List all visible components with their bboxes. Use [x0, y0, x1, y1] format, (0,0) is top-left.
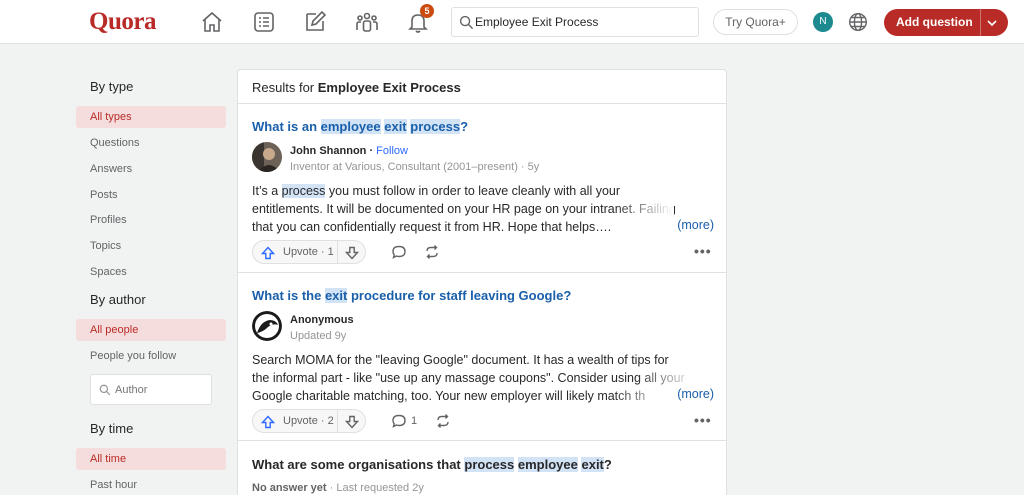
filter-topics[interactable]: Topics	[76, 235, 226, 257]
snippet-line: Search MOMA for the "leaving Google" doc…	[252, 353, 669, 367]
title-highlight: employee	[320, 119, 381, 134]
filter-answers[interactable]: Answers	[76, 158, 226, 180]
upvote-button[interactable]: Upvote · 2	[283, 415, 334, 427]
author-name-line: John Shannon · Follow	[290, 145, 408, 157]
author-credential: Inventor at Various, Consultant (2001–pr…	[290, 161, 540, 173]
title-highlight: exit	[324, 288, 348, 303]
search-input[interactable]	[475, 12, 690, 32]
chevron-down-icon[interactable]	[986, 17, 998, 29]
add-question-button[interactable]: Add question	[884, 9, 1008, 36]
snippet-text: It’s a	[252, 184, 282, 198]
title-text: What are some organisations that	[252, 457, 465, 472]
user-avatar[interactable]: N	[813, 12, 833, 32]
search-icon	[99, 384, 111, 396]
result-item: What is an employee exit process? John S…	[238, 104, 726, 273]
title-text: What is the	[252, 288, 325, 303]
title-highlight: process	[464, 457, 515, 472]
vote-group: Upvote · 2	[252, 409, 366, 433]
home-icon[interactable]	[200, 10, 224, 34]
snippet-line: that you can confidentially request it f…	[252, 220, 612, 234]
vote-group: Upvote · 1	[252, 240, 366, 264]
author-avatar[interactable]	[252, 142, 282, 172]
by-type-heading: By type	[90, 79, 134, 94]
upvote-arrow-icon[interactable]	[261, 246, 275, 260]
question-status: No answer yet · Last requested 2y	[252, 482, 424, 494]
title-highlight: exit	[581, 457, 604, 472]
comment-icon[interactable]	[391, 413, 407, 429]
title-text: ?	[603, 457, 612, 472]
question-title[interactable]: What is the exit procedure for staff lea…	[252, 288, 571, 303]
author-input[interactable]	[115, 382, 205, 398]
title-text: ?	[460, 119, 469, 134]
downvote-arrow-icon[interactable]	[345, 246, 359, 260]
text-fade	[614, 200, 674, 218]
more-link[interactable]: (more)	[673, 387, 714, 401]
filter-profiles[interactable]: Profiles	[76, 209, 226, 231]
try-quora-plus-button[interactable]: Try Quora+	[713, 9, 798, 35]
upvote-button[interactable]: Upvote · 1	[283, 246, 334, 258]
upvote-arrow-icon[interactable]	[261, 415, 275, 429]
title-text: procedure for staff leaving Google?	[347, 288, 572, 303]
question-title[interactable]: What are some organisations that process…	[252, 457, 612, 472]
search-icon	[459, 15, 474, 30]
result-item: What is the exit procedure for staff lea…	[238, 273, 726, 441]
by-time-heading: By time	[90, 421, 134, 436]
quora-logo[interactable]: Quora	[89, 8, 156, 36]
snippet-line: It’s a process you must follow in order …	[252, 182, 714, 200]
answer-updated-time: Updated 9y	[290, 330, 347, 342]
search-box[interactable]	[451, 7, 699, 37]
filter-posts[interactable]: Posts	[76, 184, 226, 206]
follow-link[interactable]: Follow	[376, 145, 408, 157]
filter-all-time[interactable]: All time	[76, 448, 226, 470]
downvote-arrow-icon[interactable]	[345, 415, 359, 429]
filter-people-you-follow[interactable]: People you follow	[76, 345, 226, 367]
spaces-icon[interactable]	[355, 10, 379, 34]
comment-count[interactable]: 1	[411, 415, 417, 427]
more-options-icon[interactable]: •••	[694, 243, 712, 259]
share-reshare-icon[interactable]	[435, 413, 451, 429]
title-text: What is an	[252, 119, 321, 134]
last-requested: · Last requested 2y	[326, 482, 424, 494]
no-answer-label: No answer yet	[252, 482, 327, 494]
more-link[interactable]: (more)	[673, 218, 714, 232]
answer-edit-icon[interactable]	[303, 10, 327, 34]
title-highlight: process	[410, 119, 461, 134]
results-header: Results for Employee Exit Process	[238, 70, 726, 104]
author-name[interactable]: John Shannon	[290, 145, 366, 157]
filter-all-types[interactable]: All types	[76, 106, 226, 128]
by-author-heading: By author	[90, 292, 146, 307]
results-card: Results for Employee Exit Process What i…	[237, 69, 727, 495]
add-question-divider	[980, 9, 981, 36]
title-highlight: exit	[384, 119, 407, 134]
result-item: What are some organisations that process…	[238, 441, 726, 495]
vote-divider	[337, 410, 338, 432]
text-fade	[636, 369, 696, 387]
author-search-box[interactable]	[90, 374, 212, 405]
text-fade	[612, 387, 672, 405]
anonymous-avatar[interactable]	[252, 311, 282, 341]
add-question-label: Add question	[896, 15, 973, 29]
share-reshare-icon[interactable]	[424, 244, 440, 260]
snippet-highlight: process	[281, 184, 326, 198]
top-nav: Quora 5 Try Quora+ N Add question	[0, 0, 1024, 44]
filter-questions[interactable]: Questions	[76, 132, 226, 154]
snippet-text: you must follow in order to leave cleanl…	[325, 184, 621, 198]
notification-count-badge: 5	[420, 4, 434, 18]
title-highlight: employee	[517, 457, 578, 472]
author-name[interactable]: Anonymous	[290, 314, 354, 326]
results-query: Employee Exit Process	[317, 80, 461, 95]
filter-past-hour[interactable]: Past hour	[76, 474, 226, 495]
vote-divider	[337, 241, 338, 263]
more-options-icon[interactable]: •••	[694, 412, 712, 428]
filter-all-people[interactable]: All people	[76, 319, 226, 341]
globe-language-icon[interactable]	[848, 12, 868, 32]
following-feed-icon[interactable]	[252, 10, 276, 34]
filter-spaces[interactable]: Spaces	[76, 261, 226, 283]
comment-icon[interactable]	[391, 244, 407, 260]
results-prefix: Results for	[252, 80, 318, 95]
question-title[interactable]: What is an employee exit process?	[252, 119, 468, 134]
